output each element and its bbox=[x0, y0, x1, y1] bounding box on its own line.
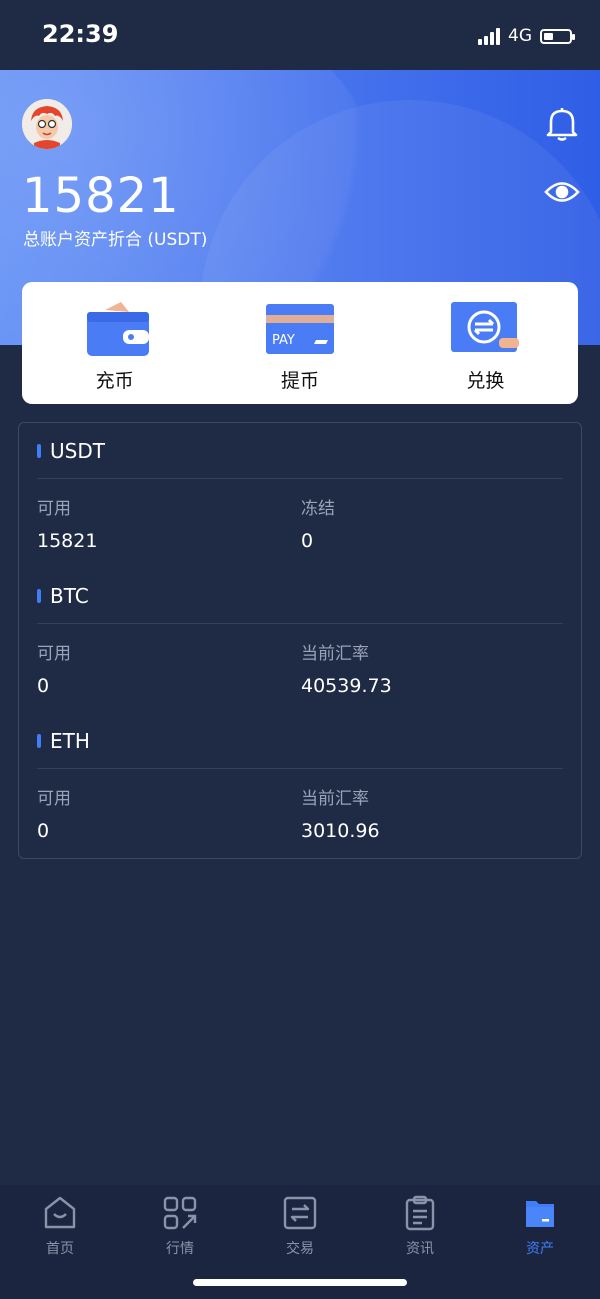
available-value: 15821 bbox=[37, 530, 98, 552]
bell-icon[interactable] bbox=[543, 104, 581, 142]
nav-label-home: 首页 bbox=[46, 1241, 74, 1257]
available-label: 可用 bbox=[37, 644, 71, 664]
market-icon bbox=[162, 1195, 198, 1231]
frozen-label: 冻结 bbox=[301, 499, 335, 519]
wallet-icon bbox=[79, 300, 151, 360]
battery-icon bbox=[540, 28, 575, 44]
home-icon bbox=[42, 1195, 78, 1231]
frozen-value: 0 bbox=[301, 530, 314, 552]
eye-icon[interactable] bbox=[543, 177, 581, 207]
coin-name: USDT bbox=[50, 439, 105, 463]
pay-card-icon: PAY bbox=[264, 300, 336, 360]
section-marker bbox=[37, 589, 41, 603]
section-marker bbox=[37, 734, 41, 748]
total-asset-amount: 15821 bbox=[22, 168, 180, 224]
svg-text:PAY: PAY bbox=[272, 333, 295, 348]
divider bbox=[37, 768, 563, 769]
rate-value: 3010.96 bbox=[301, 820, 380, 842]
news-icon bbox=[402, 1195, 438, 1231]
divider bbox=[37, 478, 563, 479]
coin-name: BTC bbox=[50, 584, 89, 608]
status-bar: 22:39 4G bbox=[0, 0, 600, 70]
available-value: 0 bbox=[37, 820, 50, 842]
divider bbox=[37, 623, 563, 624]
trade-icon bbox=[282, 1195, 318, 1231]
asset-section-eth[interactable]: ETH bbox=[37, 729, 90, 753]
withdraw-button[interactable]: PAY 提币 bbox=[207, 282, 392, 404]
asset-list: USDT 可用 冻结 15821 0 BTC 可用 当前汇率 0 40539.7… bbox=[18, 422, 582, 859]
rate-label: 当前汇率 bbox=[301, 789, 369, 809]
nav-item-assets[interactable]: 资产 bbox=[480, 1185, 600, 1299]
rate-label: 当前汇率 bbox=[301, 644, 369, 664]
available-label: 可用 bbox=[37, 789, 71, 809]
action-card: 充币 PAY 提币 兑换 bbox=[22, 282, 578, 404]
deposit-button[interactable]: 充币 bbox=[22, 282, 207, 404]
nav-label-assets: 资产 bbox=[526, 1241, 554, 1257]
deposit-label: 充币 bbox=[95, 370, 134, 392]
status-time: 22:39 bbox=[42, 20, 119, 48]
assets-icon bbox=[522, 1195, 558, 1231]
rate-value: 40539.73 bbox=[301, 675, 392, 697]
exchange-button[interactable]: 兑换 bbox=[393, 282, 578, 404]
coin-name: ETH bbox=[50, 729, 90, 753]
signal-icon bbox=[478, 27, 500, 45]
nav-label-trade: 交易 bbox=[286, 1241, 314, 1257]
withdraw-label: 提币 bbox=[280, 370, 319, 392]
exchange-label: 兑换 bbox=[466, 370, 505, 392]
network-type: 4G bbox=[508, 26, 532, 46]
asset-section-btc[interactable]: BTC bbox=[37, 584, 89, 608]
status-indicators: 4G bbox=[478, 22, 575, 50]
nav-label-news: 资讯 bbox=[406, 1241, 434, 1257]
section-marker bbox=[37, 444, 41, 458]
available-value: 0 bbox=[37, 675, 50, 697]
home-indicator[interactable] bbox=[193, 1279, 407, 1286]
nav-label-market: 行情 bbox=[166, 1241, 194, 1257]
asset-section-usdt[interactable]: USDT bbox=[37, 439, 105, 463]
total-asset-label: 总账户资产折合 (USDT) bbox=[23, 230, 208, 250]
exchange-icon bbox=[449, 300, 521, 360]
available-label: 可用 bbox=[37, 499, 71, 519]
avatar[interactable] bbox=[22, 99, 72, 149]
nav-item-home[interactable]: 首页 bbox=[0, 1185, 120, 1299]
